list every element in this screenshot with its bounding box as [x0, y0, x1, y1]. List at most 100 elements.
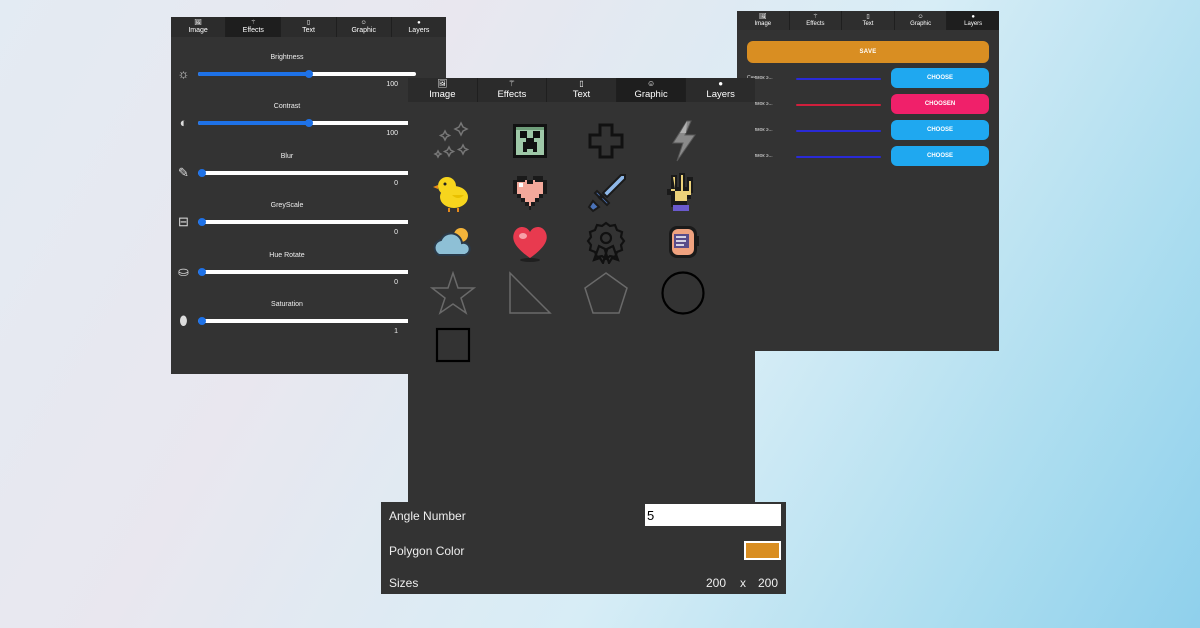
polygon-color-fill [746, 543, 779, 558]
slider-handle[interactable] [198, 267, 206, 276]
cloud-sun-icon[interactable] [428, 217, 478, 267]
tab-image[interactable]: 🖼 Image [408, 78, 478, 102]
text-tab-icon: ▯ [866, 14, 870, 20]
tab-label: Effects [242, 27, 264, 34]
slider-handle[interactable] [198, 218, 206, 227]
sizes-label: Sizes [389, 576, 419, 590]
creeper-face-icon[interactable] [505, 116, 555, 166]
effects-tab-icon: ⚚ [508, 79, 516, 88]
layers-tab-icon: ● [417, 20, 421, 26]
polygon-color-swatch[interactable] [744, 541, 781, 560]
width-value[interactable]: 200 [706, 576, 726, 590]
tab-label: Image [429, 89, 456, 100]
tab-text[interactable]: ▯ Text [842, 11, 895, 30]
slider-value: 100 [386, 130, 398, 138]
tab-graphic[interactable]: ☺ Graphic [895, 11, 948, 30]
tab-label: Graphic [634, 89, 668, 100]
choose-layer-button[interactable]: CHOOSE [891, 120, 989, 140]
slider-hue-rotate: Hue Rotate ⛀ 0 [171, 252, 446, 294]
slider-brightness: Brightness ☼ 100 [171, 54, 446, 96]
tab-layers[interactable]: ● Layers [947, 11, 999, 30]
slider-track[interactable] [198, 317, 416, 325]
choose-layer-button[interactable]: CHOOSE [891, 146, 989, 166]
slider-handle[interactable] [305, 119, 314, 128]
slider-label: Hue Rotate [269, 251, 305, 259]
pixel-glove-icon[interactable] [658, 167, 708, 217]
tab-image[interactable]: 🖼 Image [737, 11, 790, 30]
angle-number-label: Angle Number [389, 509, 466, 523]
tab-label: Layers [964, 21, 983, 27]
choose-layer-button[interactable]: CHOOSEN [891, 94, 989, 114]
save-button[interactable]: SAVE [747, 41, 989, 63]
sun-icon: ☼ [177, 66, 190, 81]
slider-value: 100 [386, 81, 398, 88]
image-tab-icon: 🖼 [437, 79, 448, 88]
tab-label: Text [862, 21, 874, 27]
heart-icon[interactable] [505, 217, 555, 267]
paint-bucket-icon: ⛀ [178, 263, 189, 279]
graphic-tab-icon: ☺ [360, 20, 367, 26]
tab-effects[interactable]: ⚚ Effects [226, 17, 282, 37]
polygon-settings: Angle Number Polygon Color Sizes 200 x 2… [381, 502, 786, 594]
slider-track[interactable] [198, 70, 416, 78]
tab-layers[interactable]: ● Layers [392, 17, 446, 37]
tab-graphic[interactable]: ☺ Graphic [337, 17, 392, 37]
triangle-shape-icon[interactable] [505, 268, 555, 318]
choose-layer-button[interactable]: CHOOSE [891, 68, 989, 88]
container-icon: ⊟ [178, 214, 189, 230]
tab-label: Image [754, 21, 772, 27]
tab-text[interactable]: ▯ Text [281, 17, 337, 37]
effects-tab-icon: ⚚ [250, 20, 256, 26]
sparkles-icon[interactable] [428, 116, 478, 166]
pentagon-shape-icon[interactable] [581, 268, 631, 318]
slider-label: Contrast [273, 103, 301, 111]
star-shape-icon[interactable] [428, 268, 478, 318]
tab-text[interactable]: ▯ Text [547, 78, 617, 102]
slider-track[interactable] [198, 267, 416, 276]
tab-label: Text [572, 89, 591, 100]
tab-label: Text [302, 27, 315, 34]
layers-tab-icon: ● [971, 14, 975, 20]
slider-label: Saturation [271, 301, 303, 308]
tab-image[interactable]: 🖼 Image [171, 17, 227, 37]
tab-effects[interactable]: ⚚ Effects [478, 78, 548, 102]
slider-track[interactable] [198, 119, 416, 128]
award-badge-icon[interactable] [581, 217, 631, 267]
chick-icon[interactable] [428, 167, 478, 217]
slider-value: 0 [394, 229, 398, 237]
slider-blur: Blur ✎ 0 [171, 153, 446, 195]
lightning-icon[interactable] [658, 116, 708, 166]
tab-graphic[interactable]: ☺ Graphic [616, 78, 687, 102]
layer-preview-line [796, 78, 881, 80]
effects-panel-tabs: 🖼 Image ⚚ Effects ▯ Text ☺ Graphic ● Layers [171, 17, 446, 37]
circle-shape-icon[interactable] [658, 268, 708, 318]
slider-handle[interactable] [305, 70, 314, 78]
contrast-icon: ◐ [179, 115, 188, 131]
pixel-heart-icon[interactable] [505, 167, 555, 217]
slider-label: GreyScale [270, 202, 304, 210]
height-value[interactable]: 200 [758, 576, 778, 590]
slider-track[interactable] [198, 218, 416, 227]
layers-panel: 🖼 Image ⚚ Effects ▯ Text ☺ Graphic ● Layers SAVE … [737, 11, 999, 351]
graphic-tab-icon: ☺ [646, 79, 656, 88]
slider-contrast: Contrast ◐ 100 [171, 103, 446, 145]
tab-label: Effects [806, 21, 825, 27]
robot-head-icon[interactable] [658, 217, 708, 267]
slider-value: 0 [394, 278, 398, 286]
pixel-sword-icon[interactable] [581, 167, 631, 217]
image-tab-icon: 🖼 [758, 14, 767, 20]
layers-panel-tabs: 🖼 Image ⚚ Effects ▯ Text ☺ Graphic ● Layers [737, 11, 999, 30]
slider-handle[interactable] [198, 168, 206, 177]
angle-number-input[interactable] [645, 504, 781, 526]
square-shape-icon[interactable] [428, 320, 478, 370]
graphic-panel: 🖼 Image ⚚ Effects ▯ Text ☺ Graphic ● Layers [408, 78, 755, 502]
cross-outline-icon[interactable] [581, 116, 631, 166]
tab-effects[interactable]: ⚚ Effects [790, 11, 843, 30]
layer-preview-line [796, 104, 881, 106]
brush-icon: ✎ [178, 164, 189, 180]
slider-handle[interactable] [198, 317, 206, 325]
image-tab-icon: 🖼 [194, 20, 202, 26]
layer-row: Снимок э... CHOOSE [737, 68, 999, 90]
slider-track[interactable] [198, 168, 416, 177]
tab-layers[interactable]: ● Layers [686, 78, 755, 102]
